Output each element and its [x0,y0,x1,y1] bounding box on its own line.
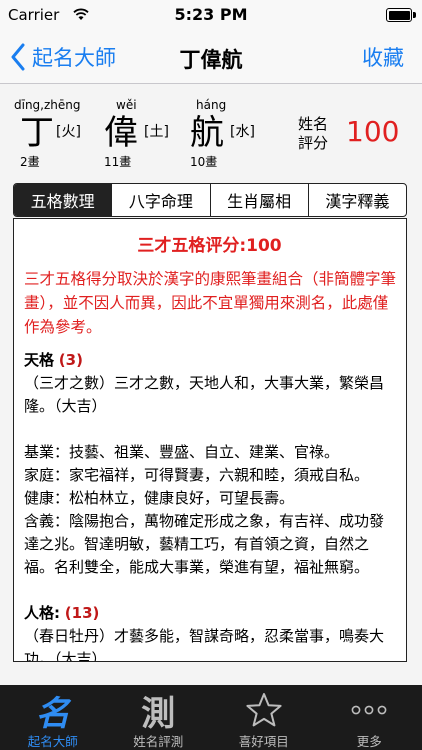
ming-glyph-icon: 名 [35,693,70,734]
tiange-details: 基業：技藝、祖業、豐盛、自立、建業、官祿。 家庭：家宅福祥，可得賢妻，六親和睦，… [24,441,396,579]
tabbar-label: 更多 [356,734,382,749]
tabbar-label: 姓名評測 [133,734,184,749]
tabbar-label: 喜好項目 [238,734,289,749]
back-button-label: 起名大師 [32,46,116,70]
star-icon [246,693,282,727]
score-value: 100 [346,115,400,148]
section-heading: 人格: [24,604,60,622]
battery-icon [386,8,416,22]
hanzi-character: 航 [190,113,224,153]
tabbar-item-evaluation[interactable]: 測 姓名評測 [106,685,212,750]
tab-wuge[interactable]: 五格數理 [14,184,112,216]
status-bar: Carrier 5:23 PM [0,0,422,30]
stroke-count: 10畫 [190,155,218,169]
detail-hanyi: 含義：陰陽抱合，萬物確定形成之象，有吉祥、成功發達之兆。智達明敏，藝精工巧，有首… [24,512,385,576]
tab-hanzi[interactable]: 漢字釋義 [307,184,406,216]
favorite-button[interactable]: 收藏 [362,42,404,72]
tabbar-item-naming[interactable]: 名 起名大師 [0,685,106,750]
hanzi-character: 丁 [20,113,54,153]
element-label: [土] [144,124,169,140]
content-title: 三才五格评分:100 [137,236,282,256]
analysis-tabs: 五格數理 八字命理 生肖屬相 漢字釋義 [13,183,407,217]
hanzi-character: 偉 [104,113,138,153]
content-body: 三才五格得分取決於漢字的康熙筆畫組合（非簡體字筆畫），並不因人而異，因此不宜單獨… [24,267,397,662]
bottom-tab-bar: 名 起名大師 測 姓名評測 喜好項目 更多 [0,685,422,750]
more-dots-icon [351,705,387,715]
ce-glyph-icon: 測 [141,693,176,734]
tab-shengxiao[interactable]: 生肖屬相 [209,184,308,216]
score-label: 姓名 評分 [297,115,328,152]
stroke-count: 2畫 [20,155,40,169]
stroke-count: 11畫 [104,155,132,169]
element-label: [水] [230,124,255,140]
pinyin-label: háng [196,98,227,112]
section-description: （春日牡丹）才藝多能，智謀奇略，忍柔當事，鳴奏大功。（大吉） [24,627,385,662]
intro-text: 三才五格得分取決於漢字的康熙筆畫組合（非簡體字筆畫），並不因人而異，因此不宜單獨… [24,270,397,336]
detail-jiankang: 健康：松柏林立，健康良好，可望長壽。 [24,489,295,507]
chevron-left-icon [11,43,25,71]
tabbar-item-favorites[interactable]: 喜好項目 [211,685,317,750]
back-button[interactable]: 起名大師 [10,41,116,73]
name-header: dīng,zhēng 丁 [火] 2畫 wěi 偉 [土] 11畫 háng 航… [0,85,422,177]
tabbar-label: 起名大師 [27,734,78,749]
pinyin-label: wěi [116,98,137,112]
section-number: (13) [64,604,100,622]
tab-bazi[interactable]: 八字命理 [111,184,209,216]
detail-jiating: 家庭：家宅福祥，可得賢妻，六親和睦，須戒自私。 [24,466,370,484]
status-time: 5:23 PM [174,5,248,24]
tabbar-item-more[interactable]: 更多 [317,685,422,750]
element-label: [火] [56,124,81,140]
section-description: （三才之數）三才之數，天地人和，大事大業，繁榮昌隆。（大吉） [24,374,385,415]
section-heading: 天格 [24,351,55,369]
navigation-bar: 起名大師 丁偉航 收藏 [0,30,422,84]
detail-jiye: 基業：技藝、祖業、豐盛、自立、建業、官祿。 [24,443,340,461]
section-number: (3) [58,351,83,369]
content-panel[interactable]: 三才五格评分:100 三才五格得分取決於漢字的康熙筆畫組合（非簡體字筆畫），並不… [13,218,407,662]
tiange-section: 天格 (3) （三才之數）三才之數，天地人和，大事大業，繁榮昌隆。（大吉） [24,349,396,418]
renge-section: 人格: (13) （春日牡丹）才藝多能，智謀奇略，忍柔當事，鳴奏大功。（大吉） [24,602,396,662]
pinyin-label: dīng,zhēng [14,98,81,112]
